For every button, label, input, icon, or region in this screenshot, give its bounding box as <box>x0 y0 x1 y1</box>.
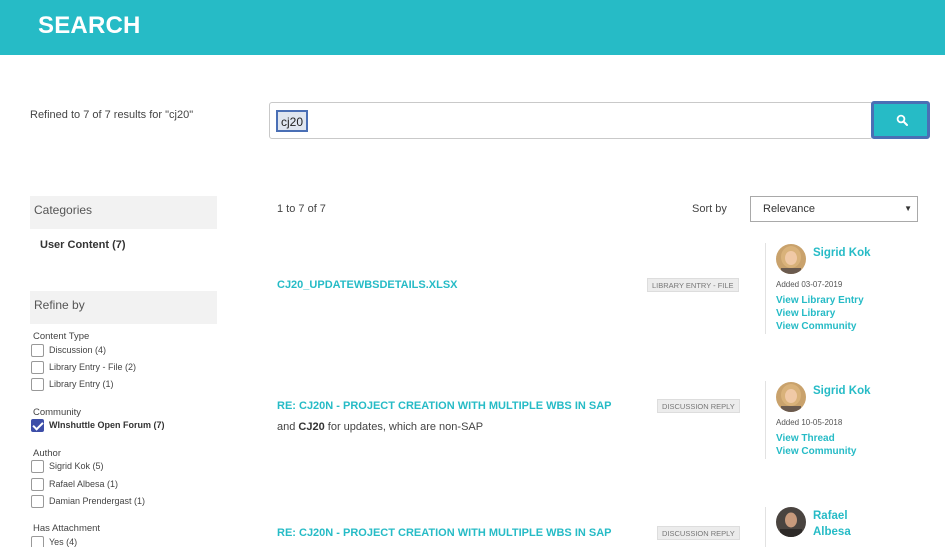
filter-option-label: Discussion (4) <box>49 345 107 355</box>
filter-option-label: Yes (4) <box>49 537 78 547</box>
result-snippet-2: and CJ20 for updates, which are non-SAP <box>277 421 484 433</box>
avatar-sigrid-kok[interactable] <box>776 382 806 412</box>
checkbox[interactable] <box>31 478 44 491</box>
divider <box>765 243 766 334</box>
page-title: SEARCH <box>38 12 141 39</box>
search-query-value[interactable]: cj20 <box>276 110 309 132</box>
refined-results-text: Refined to 7 of 7 results for "cj20" <box>30 109 194 121</box>
sort-selected-value: Relevance <box>763 203 815 215</box>
result-title-2[interactable]: RE: CJ20N - PROJECT CREATION WITH MULTIP… <box>277 400 612 412</box>
result-author-2[interactable]: Sigrid Kok <box>813 383 871 399</box>
results-count: 1 to 7 of 7 <box>277 203 326 215</box>
filter-group-author: Author <box>33 448 61 459</box>
filter-option-label: Damian Prendergast (1) <box>49 496 146 506</box>
filter-option-label: Library Entry (1) <box>49 379 114 389</box>
filter-group-community: Community <box>33 407 82 418</box>
checkbox-checked[interactable] <box>31 419 44 432</box>
filter-option-label: WInshuttle Open Forum (7) <box>49 420 165 430</box>
avatar-image <box>776 382 806 412</box>
checkbox[interactable] <box>31 378 44 391</box>
filter-group-has-attachment: Has Attachment <box>33 523 101 534</box>
divider <box>765 507 766 547</box>
checkbox[interactable] <box>31 460 44 473</box>
search-icon <box>896 114 908 126</box>
dropdown-arrow-icon: ▼ <box>904 204 912 213</box>
checkbox[interactable] <box>31 495 44 508</box>
result-added-date-1: Added 03-07-2019 <box>776 280 843 289</box>
filter-option-label: Library Entry - File (2) <box>49 362 137 372</box>
view-library-link[interactable]: View Library <box>776 307 835 320</box>
avatar-sigrid-kok[interactable] <box>776 244 806 274</box>
search-input[interactable]: cj20 <box>269 102 873 139</box>
view-community-link[interactable]: View Community <box>776 445 856 458</box>
result-author-1[interactable]: Sigrid Kok <box>813 245 871 261</box>
result-type-badge-2: DISCUSSION REPLY <box>657 399 740 413</box>
avatar-rafael-albesa[interactable] <box>776 507 806 537</box>
avatar-image <box>776 507 806 537</box>
view-thread-link[interactable]: View Thread <box>776 432 835 445</box>
category-user-content[interactable]: User Content (7) <box>40 239 126 251</box>
search-button[interactable] <box>871 101 930 139</box>
avatar-image <box>776 244 806 274</box>
result-title-3[interactable]: RE: CJ20N - PROJECT CREATION WITH MULTIP… <box>277 527 612 539</box>
sort-by-label: Sort by <box>692 203 727 215</box>
checkbox[interactable] <box>31 344 44 357</box>
view-library-entry-link[interactable]: View Library Entry <box>776 294 864 307</box>
categories-header: Categories <box>30 196 217 229</box>
result-added-date-2: Added 10-05-2018 <box>776 418 843 427</box>
filter-option-label: Sigrid Kok (5) <box>49 461 104 471</box>
result-type-badge-3: DISCUSSION REPLY <box>657 526 740 540</box>
result-author-3[interactable]: Rafael Albesa <box>813 508 851 540</box>
sort-select[interactable]: Relevance ▼ <box>750 196 918 222</box>
refine-by-header: Refine by <box>30 291 217 324</box>
page-header: SEARCH <box>0 0 945 55</box>
checkbox[interactable] <box>31 536 44 547</box>
filter-group-content-type: Content Type <box>33 331 90 342</box>
result-title-1[interactable]: CJ20_UPDATEWBSDETAILS.XLSX <box>277 279 458 291</box>
checkbox[interactable] <box>31 361 44 374</box>
view-community-link[interactable]: View Community <box>776 320 856 333</box>
filter-option-label: Rafael Albesa (1) <box>49 479 119 489</box>
divider <box>765 381 766 459</box>
result-type-badge-1: LIBRARY ENTRY - FILE <box>647 278 739 292</box>
